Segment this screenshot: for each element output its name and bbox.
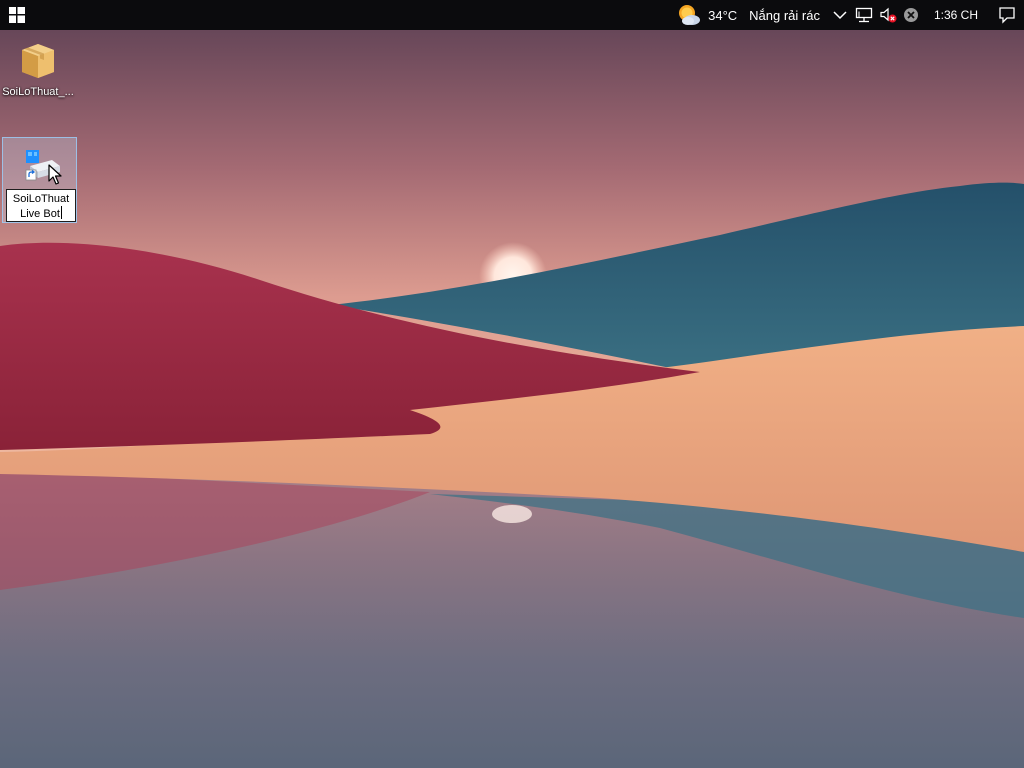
weather-widget[interactable]: 34°C Nắng rải rác [672,0,828,30]
volume-muted-icon [880,7,897,23]
weather-description: Nắng rải rác [749,7,820,23]
desktop-icon-soilothuat-package[interactable]: SoiLoThuat_... [0,36,76,98]
start-button[interactable] [0,0,34,30]
weather-temperature: 34°C [708,7,738,23]
chevron-up-icon [833,11,847,20]
action-center-button[interactable] [990,0,1024,30]
package-icon [22,44,54,78]
rename-text-line-1: SoiLoThuat [12,193,70,205]
action-center-icon [999,7,1015,24]
volume-tray-button[interactable] [876,0,900,30]
taskbar-clock[interactable]: 1:36 CH [922,0,990,30]
windows-logo-icon [9,7,25,23]
network-icon [855,7,873,23]
desktop-icon-soilothuat-live-bot[interactable]: SoiLoThuat Live Bot [2,137,77,223]
taskbar: 34°C Nắng rải rác 1:36 CH [0,0,1024,30]
desktop-icon-label: SoiLoThuat_... [2,86,74,98]
system-tray: 34°C Nắng rải rác 1:36 CH [672,0,1024,30]
defender-error-icon [903,8,918,22]
rename-textbox[interactable]: SoiLoThuat Live Bot [6,189,76,222]
mouse-pointer-icon [48,164,62,185]
security-tray-button[interactable] [900,0,922,30]
desktop-wallpaper [0,0,1024,768]
sun-behind-cloud-icon [679,5,701,25]
show-hidden-icons-button[interactable] [828,0,852,30]
text-caret [60,206,62,219]
rename-text-line-2: Live Bot [20,208,60,220]
network-tray-button[interactable] [852,0,876,30]
